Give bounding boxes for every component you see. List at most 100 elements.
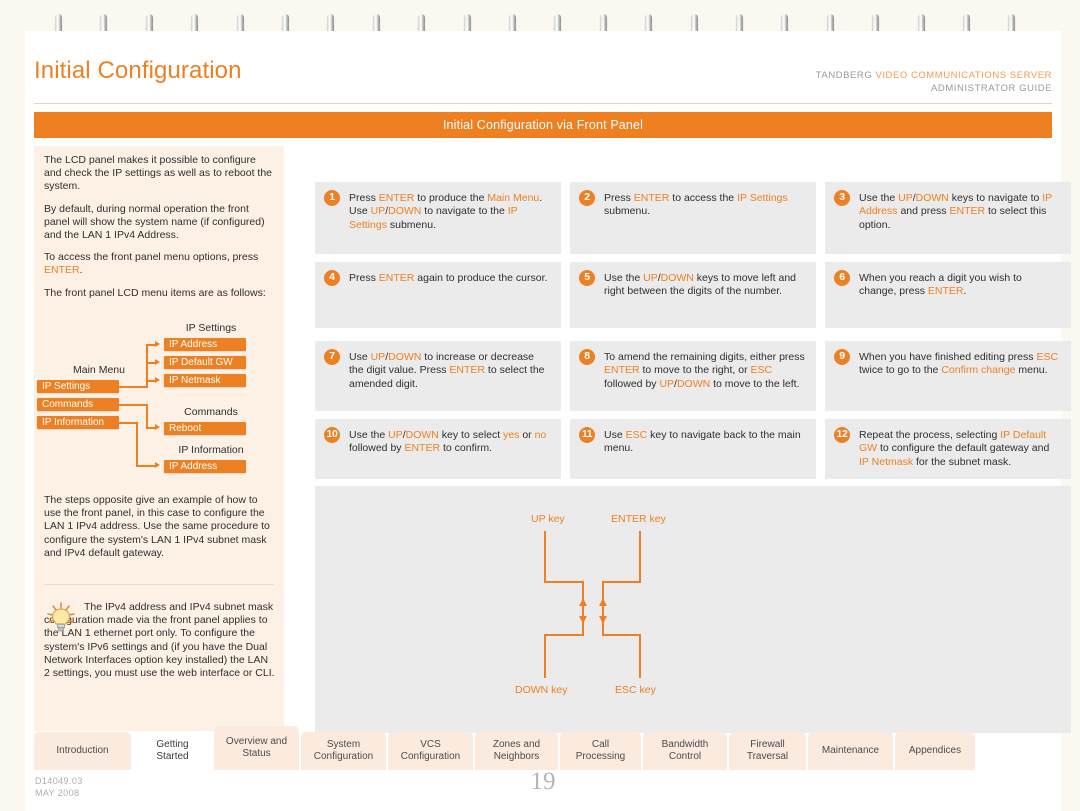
step-keyword: DOWN [388,205,422,218]
step-keyword: IP Settings [737,192,788,204]
step-keyword: ENTER [378,272,415,284]
sidebar-p3-prefix: To access the front panel menu options, … [44,251,259,264]
step-text: Press ENTER to access the IP Settings su… [604,192,788,218]
key-label-enter: ENTER key [611,513,666,525]
step-keyword: yes [503,429,520,441]
tree-chip-main-ip-settings[interactable]: IP Settings [37,380,119,393]
step-keyword: ENTER [927,285,964,298]
step-card-11: 11 Use ESC key to navigate back to the ma… [570,419,816,479]
step-card-1: 1 Press ENTER to produce the Main Menu. U… [315,182,561,254]
step-card-2: 2 Press ENTER to access the IP Settings s… [570,182,816,254]
key-label-esc: ESC key [615,684,656,696]
page-number: 19 [530,768,556,795]
step-card-6: 6 When you reach a digit you wish to chan… [825,262,1071,328]
step-text: When you have finished editing press ESC… [859,351,1059,377]
tab-appendices[interactable]: Appendices [895,732,975,770]
key-label-up: UP key [531,513,565,525]
step-keyword: ESC [625,429,648,441]
tree-caption-ip-information: IP Information [178,444,244,456]
step-number-badge: 5 [579,270,595,286]
tab-system-configuration[interactable]: System Configuration [301,732,386,770]
step-keyword: Confirm change [941,364,1016,377]
step-number-badge: 7 [324,349,340,365]
tab-maintenance[interactable]: Maintenance [808,732,893,770]
sidebar-divider [44,584,274,585]
step-text: When you reach a digit you wish to chang… [859,272,1022,298]
step-keyword: ENTER [633,192,670,204]
header-divider [34,103,1052,104]
step-keyword: ENTER [449,364,485,377]
section-tab-bar: Introduction Getting Started Overview and … [34,726,1052,770]
document-page: Initial Configuration TANDBERG VIDEO COM… [25,31,1071,811]
step-text: Use the UP/DOWN keys to move left and ri… [604,272,797,298]
sidebar-paragraph-1: The LCD panel makes it possible to confi… [44,154,273,193]
keyword-enter: ENTER [44,264,80,277]
tab-zones-and-neighbors[interactable]: Zones and Neighbors [475,732,558,770]
step-number-badge: 3 [834,190,850,206]
brand-block: TANDBERG VIDEO COMMUNICATIONS SERVER ADM… [816,69,1052,95]
tree-chip-main-commands[interactable]: Commands [37,398,119,411]
step-keyword: DOWN [660,272,694,284]
step-keyword: UP [388,429,403,441]
step-text: Repeat the process, selecting IP Default… [859,429,1050,468]
step-keyword: UP [643,272,658,284]
sidebar-column: The LCD panel makes it possible to confi… [34,146,284,731]
key-label-down: DOWN key [515,684,568,696]
step-keyword: UP [370,351,386,363]
step-number-badge: 1 [324,190,340,206]
brand-line: TANDBERG VIDEO COMMUNICATIONS SERVER [816,69,1052,82]
step-keyword: UP [898,192,913,204]
step-keyword: ENTER [378,192,415,204]
tab-firewall-traversal[interactable]: Firewall Traversal [729,732,806,770]
tree-caption-commands: Commands [184,406,238,418]
tree-chip-reboot[interactable]: Reboot [164,422,246,435]
tab-bandwidth-control[interactable]: Bandwidth Control [643,732,727,770]
tree-chip-ip-netmask[interactable]: IP Netmask [164,374,246,387]
tab-vcs-configuration[interactable]: VCS Configuration [388,732,473,770]
tree-chip-main-ip-information[interactable]: IP Information [37,416,119,429]
step-number-badge: 10 [324,427,340,443]
tree-chip-ip-default-gw[interactable]: IP Default GW [164,356,246,369]
step-card-12: 12 Repeat the process, selecting IP Defau… [825,419,1071,479]
step-text: Use UP/DOWN to increase or decrease the … [349,351,545,390]
step-number-badge: 12 [834,427,850,443]
step-text: Press ENTER again to produce the cursor. [349,272,548,284]
tab-introduction[interactable]: Introduction [34,732,131,770]
step-card-9: 9 When you have finished editing press ES… [825,341,1071,411]
tab-overview-and-status[interactable]: Overview and Status [214,726,299,770]
step-keyword: ENTER [949,205,986,218]
tab-call-processing[interactable]: Call Processing [560,732,641,770]
brand-subtitle: ADMINISTRATOR GUIDE [931,83,1052,94]
tip-block: The IPv4 address and IPv4 subnet mask co… [44,601,276,680]
step-keyword: ENTER [404,442,441,455]
step-card-8: 8 To amend the remaining digits, either p… [570,341,816,411]
step-number-badge: 2 [579,190,595,206]
step-text: Press ENTER to produce the Main Menu. Us… [349,192,543,231]
step-card-3: 3 Use the UP/DOWN keys to navigate to IP … [825,182,1071,254]
tree-caption-ip-settings: IP Settings [185,322,237,334]
step-keyword: ENTER [604,364,640,377]
sidebar-paragraph-3: To access the front panel menu options, … [44,251,274,277]
step-keyword: DOWN [388,351,422,363]
sidebar-paragraph-2: By default, during normal operation the … [44,202,265,242]
step-number-badge: 11 [579,427,595,443]
step-keyword: IP Netmask [859,455,914,468]
tab-getting-started[interactable]: Getting Started [133,732,212,770]
step-number-badge: 4 [324,270,340,286]
step-keyword: Main Menu [487,192,540,204]
step-card-5: 5 Use the UP/DOWN keys to move left and r… [570,262,816,328]
step-keyword: ESC [750,364,773,377]
brand-product: VIDEO COMMUNICATIONS SERVER [875,70,1052,81]
tree-chip-ip-address[interactable]: IP Address [164,338,246,351]
step-keyword: UP [370,205,386,218]
step-number-badge: 9 [834,349,850,365]
step-card-4: 4 Press ENTER again to produce the cursor… [315,262,561,328]
step-keyword: UP [659,377,675,390]
front-panel-key-diagram: UP key ENTER key DOWN key ESC key [315,486,1071,733]
step-card-7: 7 Use UP/DOWN to increase or decrease the… [315,341,561,411]
step-keyword: DOWN [405,429,439,441]
step-text: Use ESC key to navigate back to the main… [604,429,801,455]
sidebar-p3-suffix: . [79,264,83,277]
brand-prefix: TANDBERG [815,70,876,81]
tree-chip-info-ip-address[interactable]: IP Address [164,460,246,473]
